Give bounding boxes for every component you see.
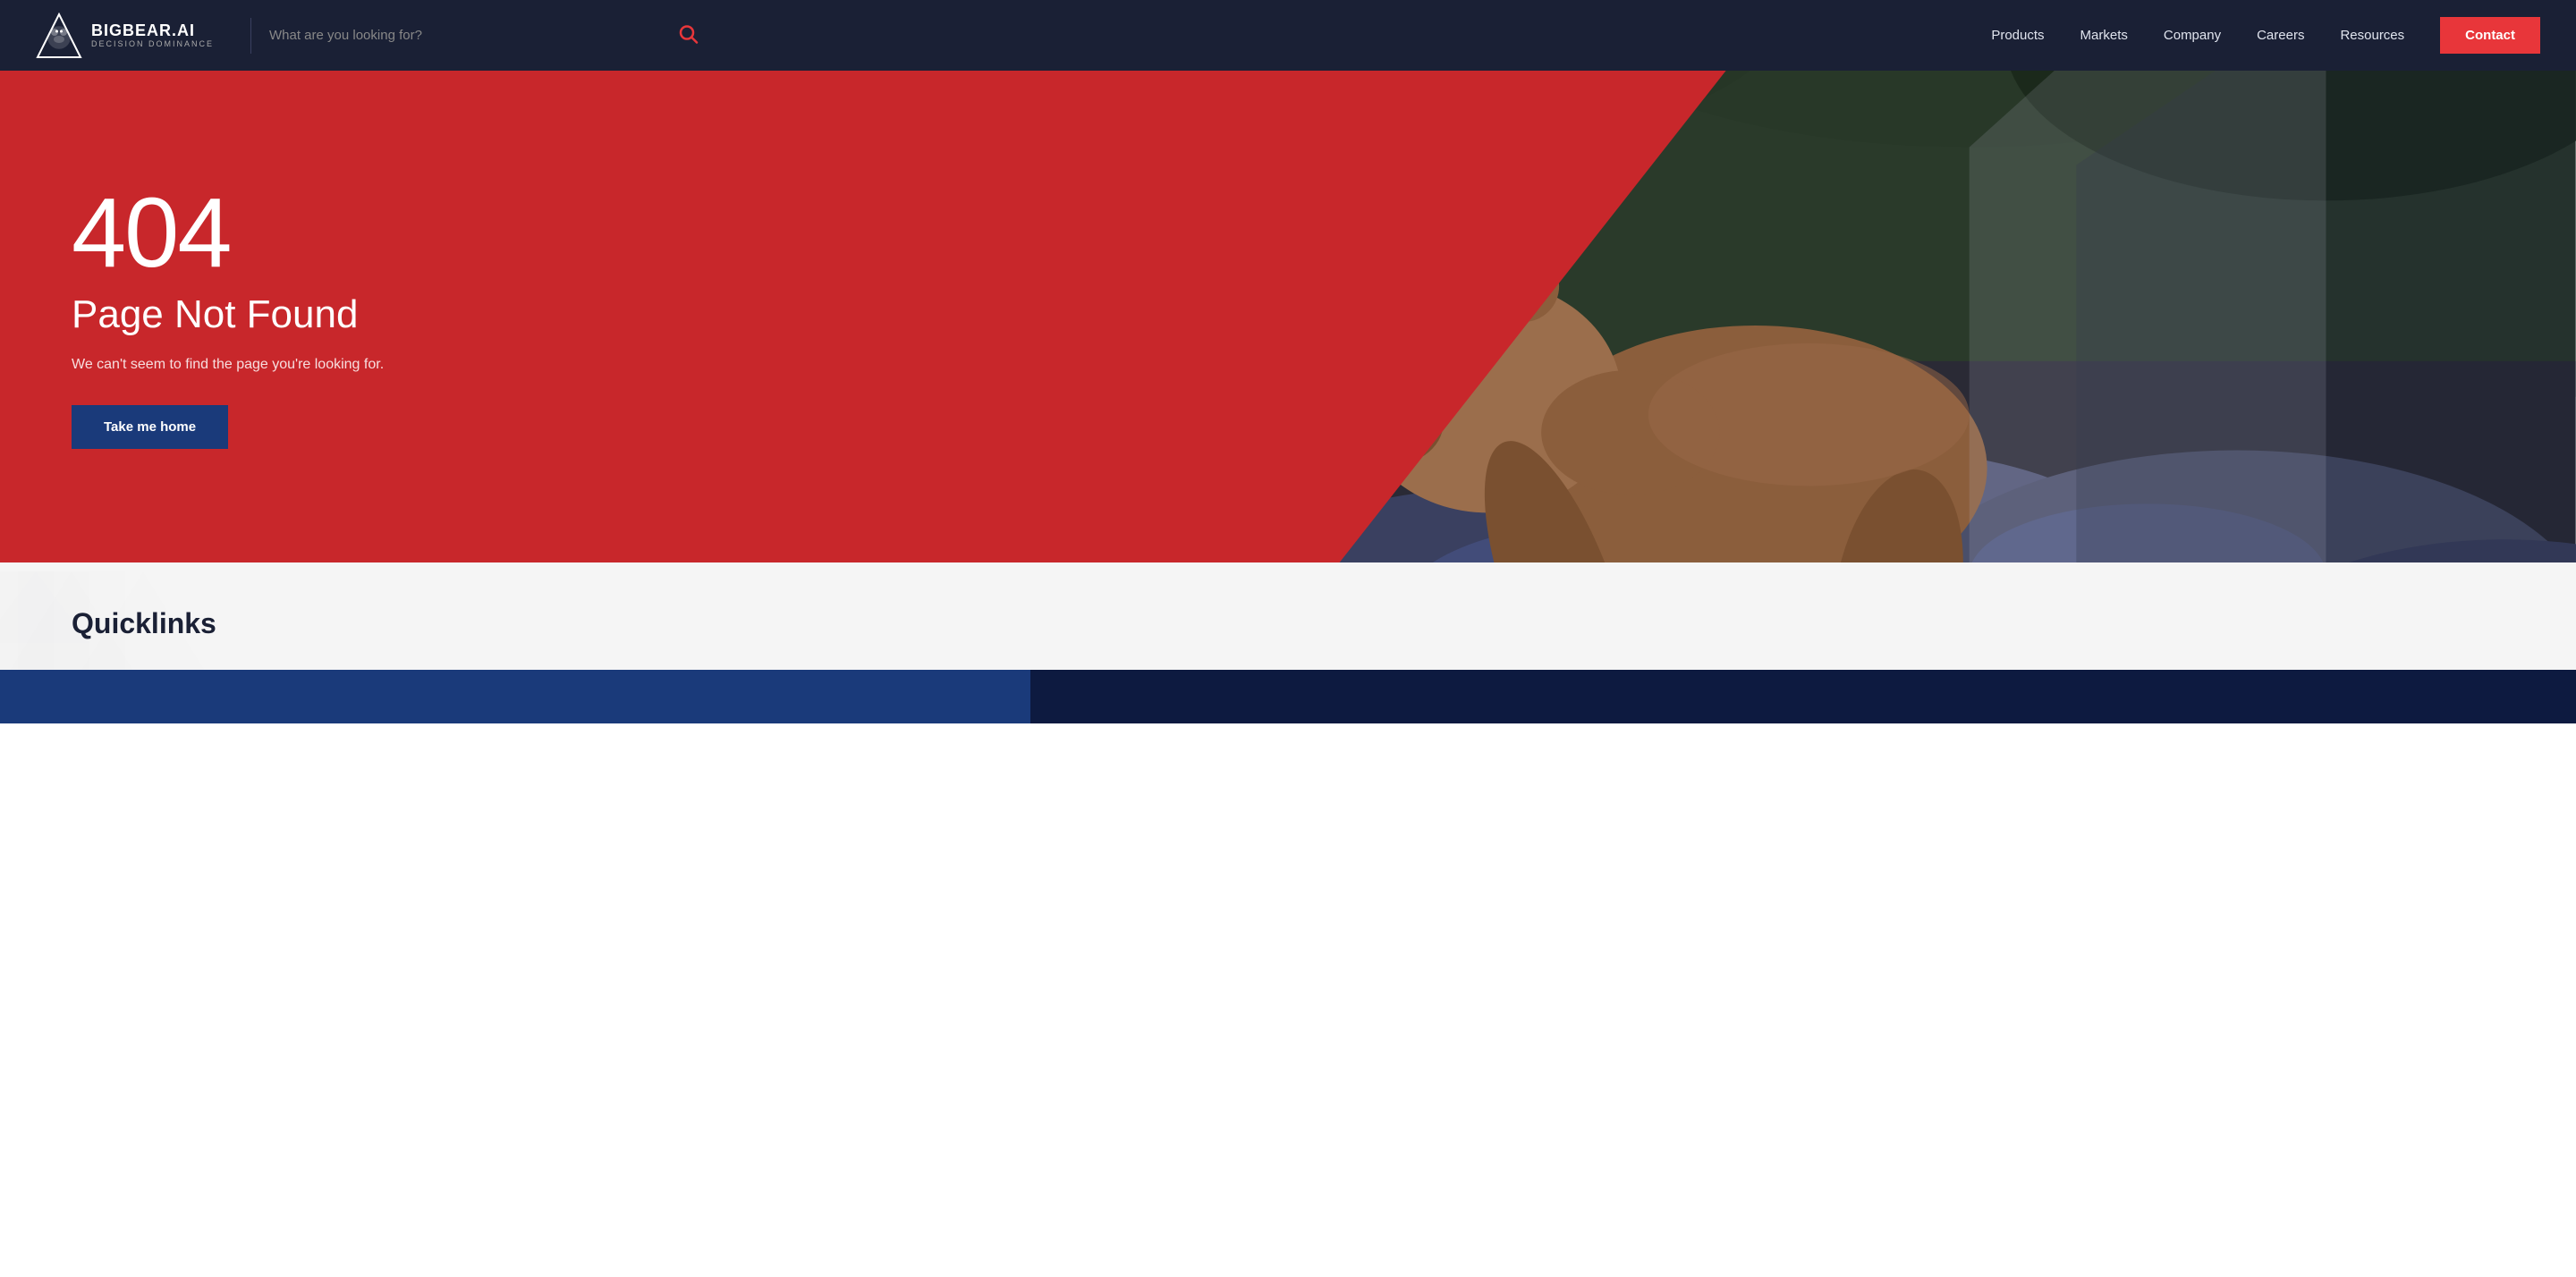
logo-text: BIGBEAR.AI	[91, 22, 214, 40]
navbar: BIGBEAR.AI DECISION DOMINANCE Products M…	[0, 0, 2576, 71]
nav-link-resources[interactable]: Resources	[2326, 21, 2419, 50]
error-description: We can't seem to find the page you're lo…	[72, 357, 447, 373]
quicklinks-title: Quicklinks	[72, 607, 216, 640]
nav-link-careers[interactable]: Careers	[2242, 21, 2318, 50]
logo-icon	[36, 13, 82, 59]
search-container	[269, 21, 699, 50]
error-code: 404	[72, 184, 1345, 283]
logo[interactable]: BIGBEAR.AI DECISION DOMINANCE	[36, 13, 233, 59]
search-button[interactable]	[679, 24, 699, 47]
contact-button[interactable]: Contact	[2440, 17, 2540, 54]
bottom-bars	[0, 670, 2576, 723]
nav-divider	[250, 18, 251, 54]
logo-subtext: DECISION DOMINANCE	[91, 39, 214, 48]
take-me-home-button[interactable]: Take me home	[72, 405, 228, 449]
search-input[interactable]	[269, 21, 699, 50]
error-title: Page Not Found	[72, 292, 1345, 339]
nav-link-markets[interactable]: Markets	[2066, 21, 2142, 50]
hero-content: 404 Page Not Found We can't seem to find…	[0, 71, 1417, 562]
bottom-section: Quicklinks	[0, 562, 2576, 723]
search-icon	[679, 24, 699, 44]
nav-link-company[interactable]: Company	[2149, 21, 2235, 50]
hero-section: 404 Page Not Found We can't seem to find…	[0, 71, 2576, 562]
bottom-bar-dark	[1030, 670, 2576, 723]
nav-links: Products Markets Company Careers Resourc…	[1977, 17, 2540, 54]
bottom-bar-light	[0, 670, 1030, 723]
nav-link-products[interactable]: Products	[1977, 21, 2058, 50]
